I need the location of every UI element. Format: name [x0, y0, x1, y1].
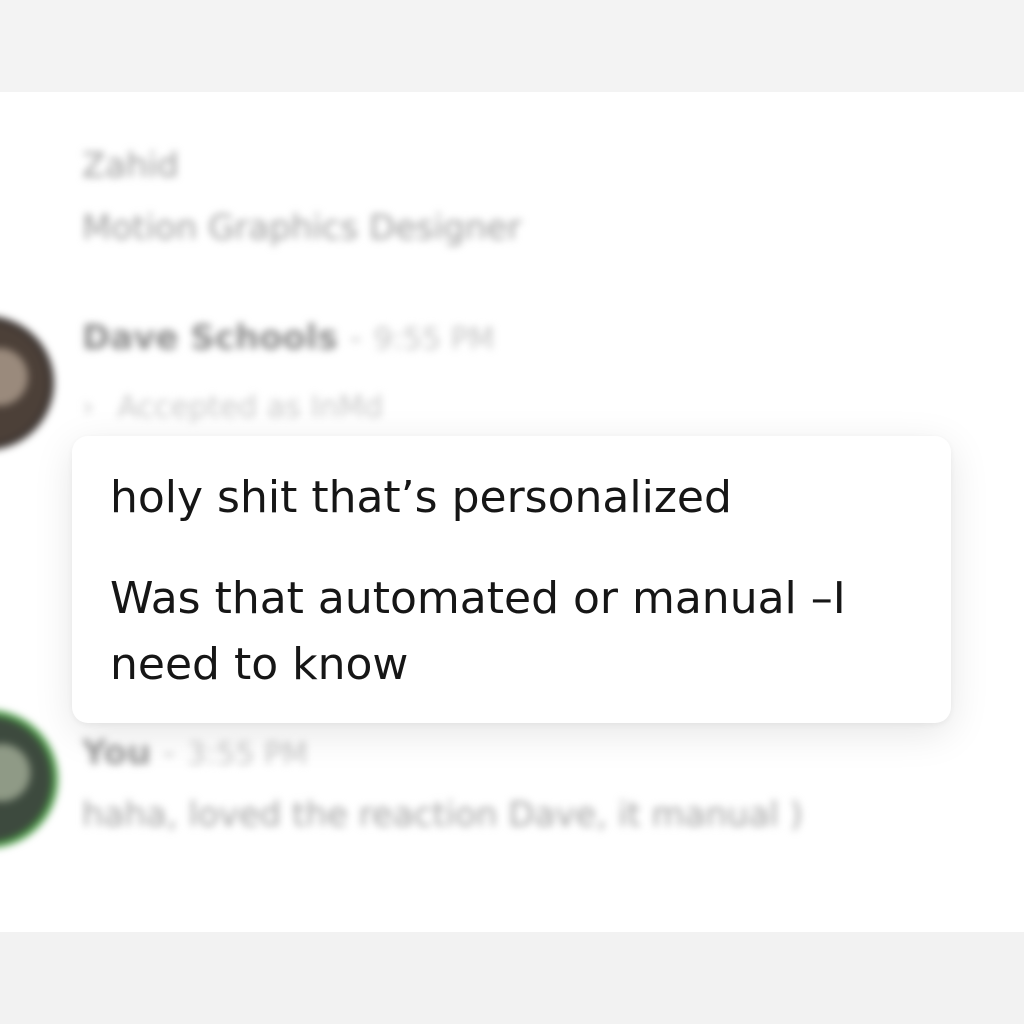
chevron-right-icon: › [82, 390, 94, 425]
profile-name[interactable]: Zahid [82, 146, 179, 186]
accepted-event: › Accepted as InMd [82, 390, 383, 425]
message-text: haha, loved the reaction Dave, it manual… [82, 795, 803, 835]
sender-name[interactable]: You [82, 733, 151, 773]
message-timestamp: 9:55 PM [373, 322, 495, 357]
message-timestamp: 3:55 PM [187, 737, 308, 772]
message-sender-header: You - 3:55 PM [82, 733, 308, 773]
event-text: Accepted as InMd [117, 390, 384, 425]
message-text: holy shit that’s personalized [110, 472, 732, 523]
screenshot-stage: Zahid Motion Graphics Designer Dave Scho… [0, 0, 1024, 1024]
highlighted-message-card: holy shit that’s personalized Was that a… [72, 436, 951, 723]
profile-title: Motion Graphics Designer [82, 208, 522, 248]
avatar[interactable] [0, 710, 58, 848]
message-sender-header: Dave Schools - 9:55 PM [82, 318, 495, 358]
sender-name[interactable]: Dave Schools [82, 318, 338, 358]
separator: - [349, 318, 362, 358]
avatar[interactable] [0, 316, 54, 450]
message-text: Was that automated or manual –I need to … [110, 573, 846, 690]
separator: - [162, 733, 176, 773]
